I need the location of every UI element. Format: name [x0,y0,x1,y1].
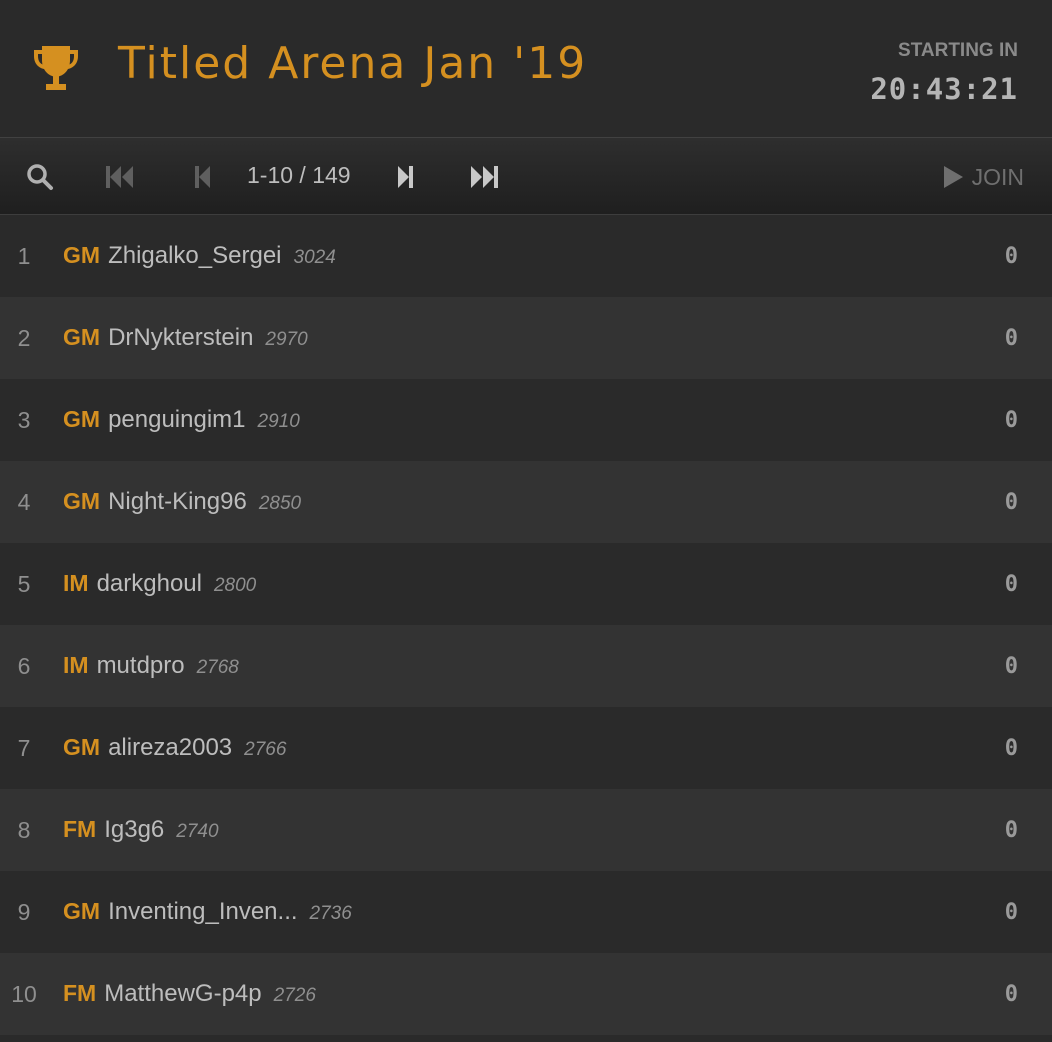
player-name[interactable]: alireza2003 [108,734,232,762]
player-rating: 2726 [273,985,316,1006]
player-info[interactable]: GM Inventing_Inven... 2736 [63,898,352,926]
player-rating: 2970 [265,329,308,350]
player-score: 0 [1004,325,1018,351]
first-page-icon [106,166,133,188]
player-score: 0 [1004,817,1018,843]
standings-row[interactable]: 5 IM darkghoul 2800 0 [0,543,1052,625]
standings-row[interactable]: 3 GM penguingim1 2910 0 [0,379,1052,461]
player-rating: 2910 [257,411,300,432]
player-info[interactable]: GM alireza2003 2766 [63,734,286,762]
player-rank: 10 [11,980,37,1007]
player-title: GM [63,406,101,432]
player-name[interactable]: mutdpro [97,652,185,680]
last-page-icon [471,166,498,188]
search-button[interactable] [22,160,58,194]
player-info[interactable]: FM Ig3g6 2740 [63,816,219,844]
player-rating: 2850 [258,493,302,514]
player-rank: 1 [17,242,31,269]
player-rating: 2766 [244,739,287,760]
player-name[interactable]: Inventing_Inven... [108,898,297,926]
player-info[interactable]: GM DrNykterstein 2970 [63,324,308,352]
standings-row[interactable]: 1 GM Zhigalko_Sergei 3024 0 [0,215,1052,297]
player-title: GM [63,488,101,514]
player-info[interactable]: GM Zhigalko_Sergei 3024 [63,242,336,270]
join-label: JOIN [971,163,1024,190]
player-name[interactable]: Zhigalko_Sergei [108,242,281,270]
player-rank: 6 [17,652,31,679]
player-title: IM [63,652,89,678]
player-rank: 5 [17,570,31,597]
player-score: 0 [1004,571,1018,597]
standings-table: 1 GM Zhigalko_Sergei 3024 0 2 GM DrNykte… [0,215,1052,1035]
standings-row[interactable]: 7 GM alireza2003 2766 0 [0,707,1052,789]
prev-page-icon [195,166,210,188]
player-name[interactable]: Ig3g6 [104,816,164,844]
standings-row[interactable]: 6 IM mutdpro 2768 0 [0,625,1052,707]
player-rank: 4 [17,488,31,515]
prev-page-button[interactable] [184,160,220,194]
player-rating: 2740 [176,821,219,842]
standings-row[interactable]: 9 GM Inventing_Inven... 2736 0 [0,871,1052,953]
player-title: IM [63,570,89,596]
player-name[interactable]: Night-King96 [108,488,247,516]
countdown-timer: 20:43:21 [870,72,1018,106]
player-score: 0 [1004,653,1018,679]
player-rank: 8 [17,816,31,843]
player-score: 0 [1004,981,1018,1007]
player-info[interactable]: IM mutdpro 2768 [63,652,239,680]
player-score: 0 [1004,407,1018,433]
starting-in-label: STARTING IN [898,40,1018,61]
tournament-header: Titled Arena Jan '19 STARTING IN 20:43:2… [0,0,1052,138]
player-score: 0 [1004,489,1018,515]
player-rating: 3024 [293,247,336,268]
tournament-title: Titled Arena Jan '19 [118,38,588,89]
player-score: 0 [1004,899,1018,925]
standings-row[interactable]: 4 GM Night-King96 2850 0 [0,461,1052,543]
player-rating: 2736 [309,903,352,924]
player-score: 0 [1004,735,1018,761]
page-range: 1-10 / 149 [247,162,351,188]
player-title: GM [63,242,101,268]
join-button[interactable]: JOIN [942,160,1024,194]
player-info[interactable]: GM penguingim1 2910 [63,406,300,434]
next-page-button[interactable] [388,160,424,194]
play-icon [943,166,963,188]
player-name[interactable]: penguingim1 [108,406,245,434]
player-score: 0 [1004,243,1018,269]
player-info[interactable]: GM Night-King96 2850 [63,488,301,516]
player-info[interactable]: FM MatthewG-p4p 2726 [63,980,316,1008]
pagination-bar: 1-10 / 149 JOIN [0,138,1052,215]
standings-row[interactable]: 2 GM DrNykterstein 2970 0 [0,297,1052,379]
player-name[interactable]: MatthewG-p4p [104,980,261,1008]
last-page-button[interactable] [466,160,502,194]
player-info[interactable]: IM darkghoul 2800 [63,570,256,598]
player-title: GM [63,324,101,350]
player-rating: 2768 [196,657,239,678]
player-rating: 2800 [213,575,257,596]
standings-row[interactable]: 10 FM MatthewG-p4p 2726 0 [0,953,1052,1035]
player-rank: 9 [17,898,31,925]
player-title: FM [63,980,97,1006]
player-title: GM [63,734,101,760]
trophy-icon [34,46,78,90]
player-rank: 3 [17,406,31,433]
search-icon [27,164,53,190]
player-name[interactable]: DrNykterstein [108,324,253,352]
standings-row[interactable]: 8 FM Ig3g6 2740 0 [0,789,1052,871]
next-page-icon [398,166,413,188]
first-page-button[interactable] [102,160,138,194]
player-rank: 2 [17,324,31,351]
player-title: FM [63,816,97,842]
player-rank: 7 [17,734,31,761]
player-name[interactable]: darkghoul [97,570,202,598]
player-title: GM [63,898,101,924]
